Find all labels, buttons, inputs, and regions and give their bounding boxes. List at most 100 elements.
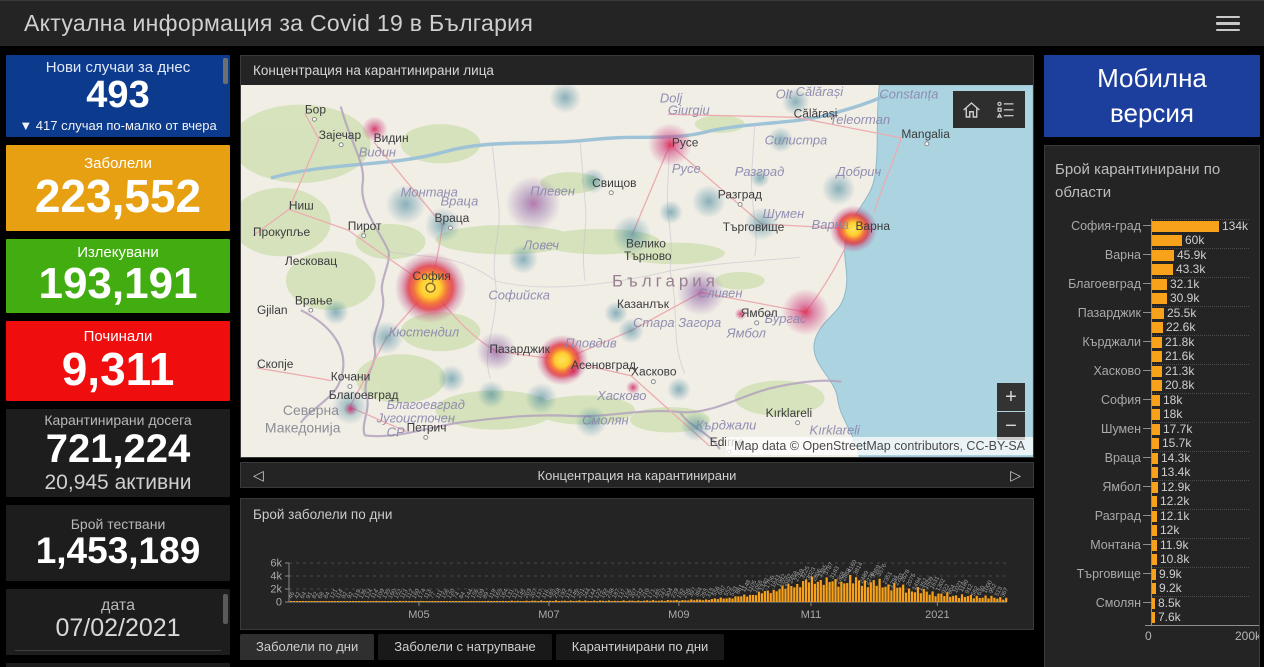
region-label: Ямбол <box>1102 479 1141 494</box>
svg-text:Разград: Разград <box>735 164 785 179</box>
region-bar-row: Ямбол 12.9k <box>1055 479 1249 494</box>
zoom-out-button[interactable]: − <box>997 412 1025 440</box>
stat-card-date: дата 07/02/2021 <box>6 589 230 655</box>
svg-text:Разград: Разград <box>718 188 762 202</box>
svg-text:Ниш: Ниш <box>289 198 314 212</box>
main-layout: Нови случаи за днес 493 ▼ 417 случая по-… <box>0 48 1264 667</box>
stat-value: 07/02/2021 <box>55 614 181 642</box>
axis-tick <box>1143 486 1151 488</box>
region-bar <box>1151 540 1157 551</box>
axis-tick <box>1143 225 1151 227</box>
region-bar-row: Монтана 11.9k <box>1055 537 1249 552</box>
map-toolbar <box>953 91 1025 128</box>
region-bar-row: 12k <box>1055 523 1249 538</box>
svg-text:Свищов: Свищов <box>592 176 636 190</box>
svg-text:Olt: Olt <box>776 87 794 102</box>
svg-text:Пловдив: Пловдив <box>565 335 617 350</box>
bar-area: 8.5k <box>1151 595 1249 610</box>
svg-text:Благоевград: Благоевград <box>329 388 399 402</box>
region-bar <box>1151 264 1173 275</box>
svg-text:Русе: Русе <box>672 161 701 176</box>
region-bar <box>1151 598 1155 609</box>
svg-text:Mangalia: Mangalia <box>901 127 950 141</box>
tab-daily-cases[interactable]: Заболели по дни <box>240 634 375 660</box>
region-bar <box>1151 308 1164 319</box>
svg-text:Хасково: Хасково <box>631 365 677 379</box>
svg-text:Казанлък: Казанлък <box>617 297 670 311</box>
hamburger-menu-icon[interactable] <box>1212 12 1244 36</box>
axis-tick <box>1143 428 1151 430</box>
region-bar-row: 20.8k <box>1055 378 1249 393</box>
axis-tick <box>1143 530 1151 531</box>
region-value: 15.7k <box>1162 436 1192 451</box>
region-bar-row: Шумен 17.7k <box>1055 421 1249 436</box>
svg-text:Варна: Варна <box>812 217 849 232</box>
region-value: 22.6k <box>1166 320 1196 335</box>
divider <box>14 650 222 652</box>
svg-text:Стара Загора: Стара Загора <box>633 315 721 330</box>
svg-text:Călărași: Călărași <box>794 106 838 120</box>
axis-tick-0: 0 <box>1145 628 1152 643</box>
chevron-left-icon[interactable]: ◁ <box>251 467 266 484</box>
svg-text:Giurgiu: Giurgiu <box>668 102 710 117</box>
region-value: 10.8k <box>1160 552 1190 567</box>
tab-daily-quarantined[interactable]: Карантинирани по дни <box>555 634 725 660</box>
region-bar-chart: София-град 134k 60k Варна 45.9k 43.3k Благоевг… <box>1055 218 1249 625</box>
card-scrollbar[interactable] <box>223 594 228 624</box>
region-value: 12k <box>1160 523 1180 538</box>
region-bar <box>1151 380 1162 391</box>
region-bar <box>1151 366 1162 377</box>
svg-text:Кюстендил: Кюстендил <box>389 325 460 340</box>
legend-list-icon[interactable] <box>990 93 1023 126</box>
region-bar-row: Смолян 8.5k <box>1055 595 1249 610</box>
region-bar-row: 10.8k <box>1055 552 1249 567</box>
bar-area: 21.8k <box>1151 334 1249 349</box>
openstreetmap-map[interactable]: ВидинМонтанаВрацаПлевенЛовечРусеСилистра… <box>241 85 1033 457</box>
tab-cumulative-cases[interactable]: Заболели с натрупване <box>378 634 552 660</box>
region-bar-row: Разград 12.1k <box>1055 508 1249 523</box>
chevron-right-icon[interactable]: ▷ <box>1008 467 1023 484</box>
svg-text:Търговище: Търговище <box>723 220 785 234</box>
svg-text:Ловеч: Ловеч <box>522 238 559 253</box>
app-header: Актуална информация за Covid 19 в Българ… <box>0 0 1264 48</box>
bar-area: 21.3k <box>1151 363 1249 379</box>
zoom-in-button[interactable]: + <box>997 383 1025 411</box>
region-bar-row: 7.6k <box>1055 610 1249 625</box>
svg-text:Врање: Врање <box>295 293 333 307</box>
region-bar <box>1151 583 1156 594</box>
region-value: 25.5k <box>1167 306 1197 321</box>
bar-area: 11.9k <box>1151 537 1249 552</box>
region-chart-title: Брой карантинирани по области <box>1055 161 1221 202</box>
stat-value: 223,552 <box>34 170 202 223</box>
axis-tick <box>1143 399 1151 401</box>
axis-tick <box>1143 283 1151 285</box>
region-label: Пазарджик <box>1077 305 1141 320</box>
map-panel: Концентрация на карантинирани лица Видин… <box>240 55 1034 458</box>
bar-area: 21.6k <box>1151 349 1249 364</box>
region-bar-row: Хасково 21.3k <box>1055 363 1249 379</box>
mobile-version-button[interactable]: Мобилна версия <box>1044 55 1260 137</box>
home-icon[interactable] <box>955 93 988 126</box>
region-value: 21.3k <box>1165 364 1195 379</box>
region-label: Разград <box>1094 508 1141 523</box>
region-bar <box>1151 409 1160 420</box>
daily-chart-title: Брой заболели по дни <box>253 507 393 522</box>
axis-tick <box>1143 617 1151 618</box>
bar-area: 18k <box>1151 392 1249 407</box>
region-label: Търговище <box>1076 566 1141 581</box>
axis-tick <box>1143 472 1151 473</box>
region-bar <box>1151 250 1174 261</box>
map-canvas[interactable]: Видин Монтана Враца Плевен Ловеч Русе Силистра… <box>241 85 1033 457</box>
right-column: Мобилна версия Брой карантинирани по обл… <box>1044 55 1260 667</box>
mobile-version-label: Мобилна версия <box>1097 62 1207 128</box>
sidebar-scrollbar[interactable] <box>223 58 228 84</box>
axis-tick <box>1143 327 1151 328</box>
region-bar-row: Варна 45.9k <box>1055 247 1249 262</box>
bar-area: 9.9k <box>1151 566 1249 581</box>
svg-text:Силистра: Силистра <box>765 133 828 148</box>
svg-text:Пирот: Пирот <box>348 219 382 233</box>
svg-text:Шумен: Шумен <box>763 206 805 221</box>
region-label: Враца <box>1104 450 1141 465</box>
svg-text:Пазарджик: Пазарджик <box>489 342 550 356</box>
stats-sidebar: Нови случаи за днес 493 ▼ 417 случая по-… <box>6 55 230 667</box>
